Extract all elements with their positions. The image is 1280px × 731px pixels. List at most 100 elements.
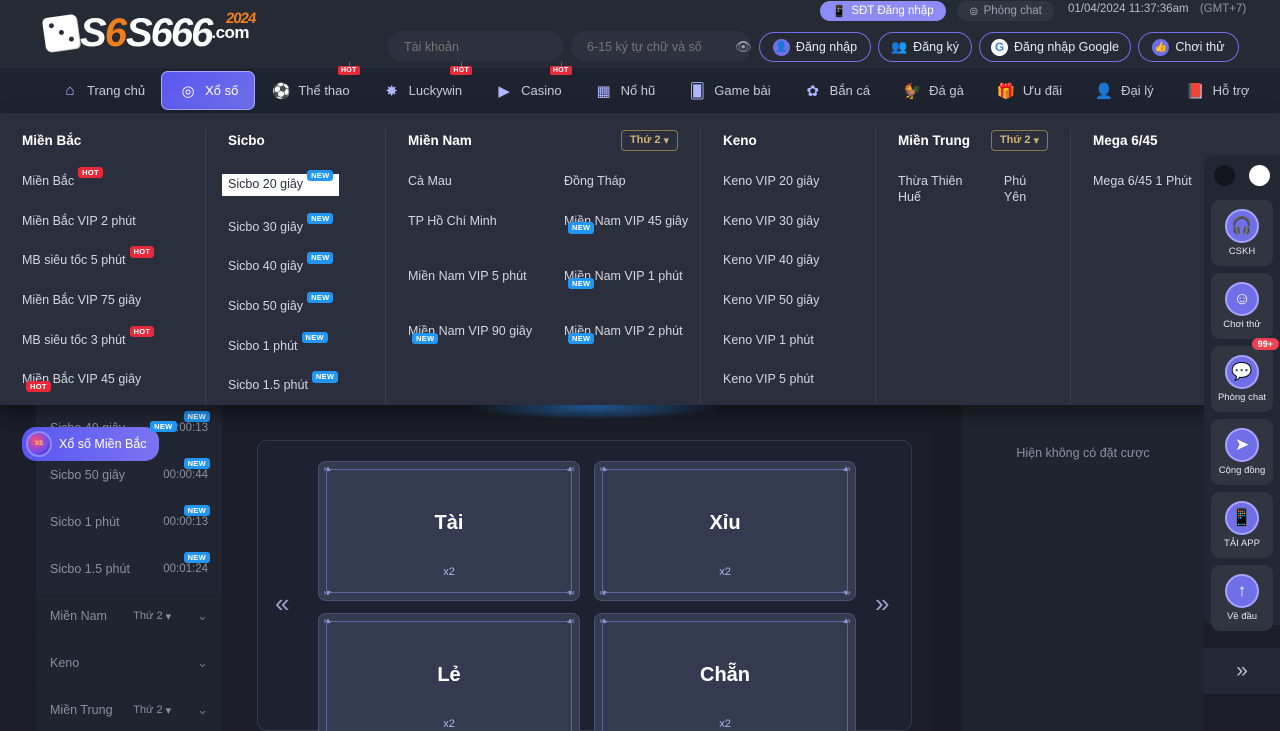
mega-link[interactable]: TP Hồ Chí Minh (408, 214, 497, 245)
google-login-button[interactable]: G Đăng nhập Google (979, 32, 1131, 62)
register-button[interactable]: 👥 Đăng ký (878, 32, 972, 62)
side-list-item[interactable]: Sicbo 1 phút 00:00:13 NEW (36, 499, 222, 546)
mega-link[interactable]: Sicbo 1.5 phútNEW (228, 371, 339, 394)
mega-column-keno: Keno Keno VIP 20 giây Keno VIP 30 giây Ken… (700, 129, 875, 405)
mega-link-tag: HOT (129, 246, 155, 258)
mega-link[interactable]: MB siêu tốc 3 phútHOT (22, 325, 155, 349)
login-button[interactable]: 👤 Đăng nhập (759, 32, 871, 62)
ornament-icon: ❧ (841, 586, 851, 598)
mega-link[interactable]: Đồng Tháp (564, 174, 626, 190)
miennam-day-selector[interactable]: Thứ 2 ▾ (620, 129, 678, 151)
side-group-row[interactable]: Miền Trung Thứ 2 ▾ ⌄ (36, 687, 222, 731)
mega-link[interactable]: Sicbo 1 phútNEW (228, 331, 328, 355)
bet-card[interactable]: ❧❧❧❧Lẻx2 (318, 613, 580, 731)
expand-chevron-icon[interactable]: ⌄ (197, 608, 208, 624)
mega-link[interactable]: Sicbo 30 giâyNEW (228, 212, 334, 236)
nav-item-ưu-đãi[interactable]: 🎁 Ưu đãi (980, 71, 1078, 110)
side-group-day[interactable]: Thứ 2 ▾ (133, 704, 171, 717)
slots-icon: ▦ (596, 82, 611, 100)
mega-link[interactable]: Miền Nam VIP 2 phútNEW (564, 324, 704, 355)
nav-item-label: Nổ hũ (620, 83, 656, 98)
nav-item-trang-chủ[interactable]: ⌂ Trang chủ (44, 71, 161, 110)
side-list-item[interactable]: Sicbo 1.5 phút 00:01:24 NEW (36, 546, 222, 593)
side-group-day[interactable]: Thứ 2 ▾ (133, 610, 171, 623)
floating-item-cskh[interactable]: 🎧 CSKH (1211, 200, 1273, 266)
mega-link[interactable]: Sicbo 40 giâyNEW (228, 252, 334, 275)
mega-link[interactable]: Keno VIP 40 giây (723, 253, 819, 269)
google-login-label: Đăng nhập Google (1014, 40, 1119, 54)
nav-item-luckywin[interactable]: ✸ Luckywin HOT (366, 62, 478, 110)
side-group-row[interactable]: Keno ⌄ (36, 640, 222, 687)
collapse-sidebar-button[interactable]: » (1204, 648, 1280, 694)
ornament-icon: ❧ (599, 616, 609, 628)
bet-card-title: Chẵn (700, 663, 750, 686)
mega-link[interactable]: Thừa Thiên Huế (898, 174, 982, 205)
mega-link[interactable]: Miền Bắc VIP 45 giâyHOT (22, 372, 162, 403)
floating-item-về-đầu[interactable]: ↑ Về đầu (1211, 565, 1273, 631)
mega-link[interactable]: Phú Yên (1004, 174, 1048, 205)
expand-chevron-icon[interactable]: ⌄ (197, 702, 208, 718)
bet-card-multiplier: x2 (443, 566, 455, 578)
mega-link[interactable]: Keno VIP 1 phút (723, 333, 814, 349)
mega-link[interactable]: Miền Nam VIP 1 phútNEW (564, 269, 704, 300)
bet-card[interactable]: ❧❧❧❧Chẵnx2 (594, 613, 856, 731)
headset-icon: 🎧 (1225, 209, 1259, 243)
site-logo[interactable]: S 6 S666 .com 2024 (41, 8, 256, 58)
floating-item-phòng-chat[interactable]: 💬 Phòng chat 99+ (1211, 338, 1279, 412)
next-page-arrow[interactable]: » (875, 588, 889, 619)
nav-item-bắn-cá[interactable]: ✿ Bắn cá (787, 71, 886, 110)
mega-link[interactable]: Miền Nam VIP 90 giâyNEW (408, 324, 548, 355)
floating-item-tải-app[interactable]: 📱 TẢI APP (1211, 492, 1273, 558)
nav-item-xổ-số[interactable]: ◎ Xổ số (161, 71, 256, 110)
nav-item-đại-lý[interactable]: 👤 Đại lý (1078, 71, 1170, 110)
account-input[interactable] (388, 31, 563, 62)
floating-item-cộng-đồng[interactable]: ➤ Cộng đồng (1211, 419, 1273, 485)
hot-badge: HOT (337, 62, 360, 75)
mega-link[interactable]: Miền Bắc VIP 2 phút (22, 214, 136, 230)
mientrung-day-selector[interactable]: Thứ 2 ▾ (990, 129, 1048, 151)
bet-card[interactable]: ❧ ❧ ❧ ❧ Xỉu x2 (594, 461, 856, 601)
mega-link[interactable]: Miền Nam VIP 5 phút (408, 269, 527, 300)
expand-chevron-icon[interactable]: ⌄ (197, 655, 208, 671)
toggle-password-visibility-icon[interactable]: 👁 (735, 39, 752, 55)
nav-item-đá-gà[interactable]: 🐓 Đá gà (886, 71, 980, 110)
mega-heading-miennam: Miền Nam Thứ 2 ▾ (408, 129, 678, 151)
password-input[interactable] (571, 31, 751, 62)
nav-item-label: Game bài (714, 83, 771, 98)
light-theme-dot[interactable] (1249, 165, 1270, 186)
clock-datetime: 01/04/2024 11:37:36am (1068, 3, 1189, 15)
mega-link[interactable]: Keno VIP 50 giây (723, 293, 819, 309)
fishing-icon: ✿ (806, 82, 819, 100)
chat-room-pill[interactable]: ⊜ Phòng chat (957, 1, 1054, 21)
dark-theme-dot[interactable] (1214, 165, 1235, 186)
mega-link[interactable]: Sicbo 20 giâyNEW (222, 170, 340, 196)
mega-link[interactable]: Sicbo 50 giâyNEW (228, 291, 334, 315)
demo-play-button[interactable]: 👍 Chơi thử (1138, 32, 1239, 62)
mega-link[interactable]: Miền Bắc VIP 75 giây (22, 293, 141, 309)
mega-link[interactable]: Keno VIP 30 giây (723, 214, 819, 230)
bet-card[interactable]: ❧ ❧ ❧ ❧ Tài x2 (318, 461, 580, 601)
mega-link[interactable]: Cà Mau (408, 174, 452, 190)
nav-item-hỗ-trợ[interactable]: 📕 Hỗ trợ (1170, 71, 1266, 110)
phone-login-pill[interactable]: 📱 SĐT Đăng nhập (820, 1, 946, 21)
mega-link[interactable]: Keno VIP 5 phút (723, 372, 814, 388)
mega-links-sicbo: Sicbo 20 giâyNEW Sicbo 30 giâyNEW Sicbo 40… (222, 170, 363, 418)
page-content: Sicbo 40 giây00:00:13NEWSicbo 50 giây00:… (0, 393, 1280, 731)
floating-item-chơi-thử[interactable]: ☺ Chơi thử (1211, 273, 1273, 339)
arrow-up-icon: ↑ (1225, 574, 1259, 608)
nav-item-thể-thao[interactable]: ⚽ Thể thao HOT (255, 62, 365, 110)
mega-link[interactable]: Miền Nam VIP 45 giâyNEW (564, 214, 704, 245)
mega-link[interactable]: Miền BắcHOT (22, 167, 103, 190)
mega-link[interactable]: Keno VIP 20 giây (723, 174, 819, 190)
login-label: Đăng nhập (795, 40, 858, 54)
chat-bubble-icon: ⊜ (969, 6, 979, 18)
mega-link[interactable]: Mega 6/45 1 Phút (1093, 174, 1192, 190)
mega-link-label: Keno VIP 40 giây (723, 253, 820, 268)
side-group-row[interactable]: Miền Nam Thứ 2 ▾ ⌄ (36, 593, 222, 640)
nav-item-nổ-hũ[interactable]: ▦ Nổ hũ (578, 71, 672, 110)
prev-page-arrow[interactable]: « (275, 588, 289, 619)
nav-item-game-bài[interactable]: 🂠 Game bài (671, 71, 786, 110)
featured-xsmb-button[interactable]: XS Xổ số Miền Bắc NEW (22, 421, 177, 462)
nav-item-casino[interactable]: ▶ Casino HOT (478, 62, 577, 110)
mega-link[interactable]: MB siêu tốc 5 phútHOT (22, 246, 155, 269)
